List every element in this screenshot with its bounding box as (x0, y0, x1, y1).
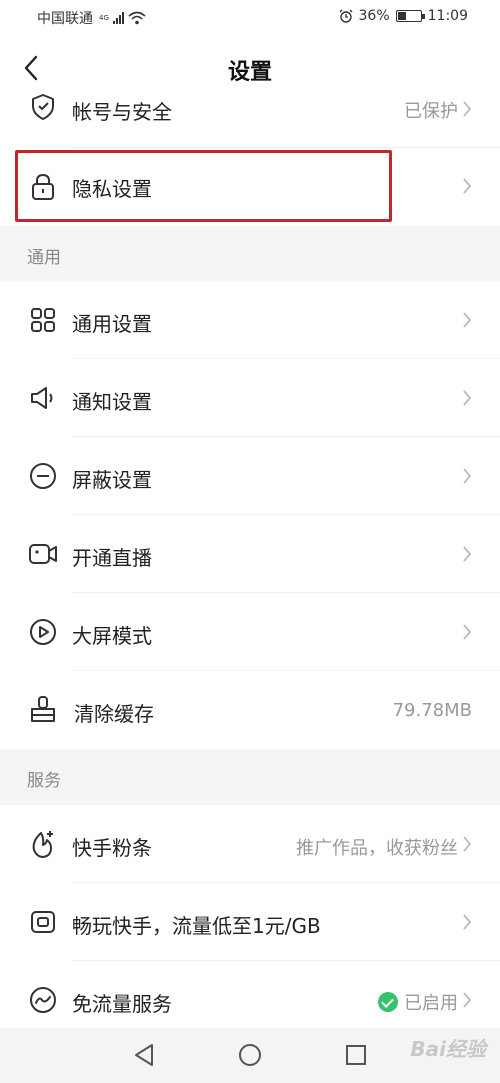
settings-item-privacy[interactable]: 隐私设置 (0, 148, 500, 226)
network-type: 4G (99, 13, 109, 22)
signal-icon (112, 12, 124, 24)
cache-size: 79.78MB (392, 700, 472, 721)
chevron-right-icon (460, 466, 474, 486)
settings-item-account-security[interactable]: 帐号与安全 已保护 (0, 94, 500, 148)
nav-bar: 设置 (0, 36, 500, 100)
settings-item-label: 快手粉条 (72, 836, 152, 860)
check-icon (378, 992, 398, 1012)
speaker-icon (28, 383, 58, 413)
settings-item-label: 通用设置 (72, 312, 152, 336)
chevron-right-icon (460, 310, 474, 330)
status-bar: 中国联通 4G 36% 11:09 (0, 0, 500, 36)
chevron-right-icon (460, 834, 474, 854)
brush-icon (28, 695, 58, 725)
settings-item-value: 推广作品，收获粉丝 (296, 838, 458, 859)
settings-item-label: 清除缓存 (74, 702, 154, 726)
page-title: 设置 (227, 60, 272, 85)
section-title: 服务 (27, 771, 61, 791)
grid-icon (28, 305, 58, 335)
triangle-back-icon (135, 1044, 153, 1066)
nav-recents-button[interactable] (343, 1042, 369, 1068)
settings-item-label: 屏蔽设置 (72, 468, 152, 492)
settings-item-label: 畅玩快手，流量低至1元/GB (72, 914, 321, 938)
nav-home-button[interactable] (237, 1042, 263, 1068)
settings-item-fan-promo[interactable]: 快手粉条 推广作品，收获粉丝 (0, 805, 500, 883)
settings-item-label: 帐号与安全 (72, 100, 172, 124)
section-header-services: 服务 (0, 749, 500, 805)
wifi-icon (128, 11, 146, 25)
alarm-icon (339, 9, 352, 23)
settings-item-data-plan[interactable]: 畅玩快手，流量低至1元/GB (0, 883, 500, 961)
settings-item-clear-cache[interactable]: 清除缓存 79.78MB (0, 671, 500, 749)
circle-home-icon (239, 1044, 261, 1066)
wave-icon (28, 985, 58, 1015)
block-icon (28, 461, 58, 491)
lock-icon (28, 172, 58, 202)
settings-item-free-data[interactable]: 免流量服务 已启用 (0, 961, 500, 1028)
card-icon (28, 907, 58, 937)
clock: 11:09 (427, 8, 468, 24)
section-header-general: 通用 (0, 226, 500, 281)
section-title: 通用 (27, 248, 61, 268)
settings-item-label: 通知设置 (72, 390, 152, 414)
enabled-label: 已启用 (404, 993, 458, 1014)
settings-item-live[interactable]: 开通直播 (0, 515, 500, 593)
play-icon (28, 617, 58, 647)
chevron-right-icon (460, 622, 474, 642)
camera-icon (28, 539, 58, 569)
battery-icon (395, 10, 425, 22)
chevron-right-icon (460, 912, 474, 932)
watermark-logo: Bai经验 (410, 1037, 486, 1061)
settings-item-label: 免流量服务 (72, 992, 172, 1016)
shield-icon (28, 92, 58, 122)
settings-item-blocking[interactable]: 屏蔽设置 (0, 437, 500, 515)
battery-percent: 36% (358, 8, 390, 24)
settings-item-label: 隐私设置 (72, 177, 152, 201)
chevron-right-icon (460, 544, 474, 564)
settings-item-label: 大屏模式 (72, 624, 152, 648)
chevron-right-icon (460, 990, 474, 1010)
chevron-right-icon (460, 388, 474, 408)
enabled-status: 已启用 (378, 989, 458, 1015)
settings-item-value: 已保护 (404, 101, 458, 122)
settings-item-notifications[interactable]: 通知设置 (0, 359, 500, 437)
settings-item-general[interactable]: 通用设置 (0, 281, 500, 359)
chevron-right-icon (460, 176, 474, 196)
nav-back-button[interactable] (131, 1042, 157, 1068)
chevron-right-icon (460, 99, 474, 119)
settings-item-bigscreen[interactable]: 大屏模式 (0, 593, 500, 671)
carrier-label: 中国联通 (37, 11, 93, 27)
square-recents-icon (346, 1045, 366, 1065)
settings-item-label: 开通直播 (72, 546, 152, 570)
fan-icon (28, 829, 58, 859)
